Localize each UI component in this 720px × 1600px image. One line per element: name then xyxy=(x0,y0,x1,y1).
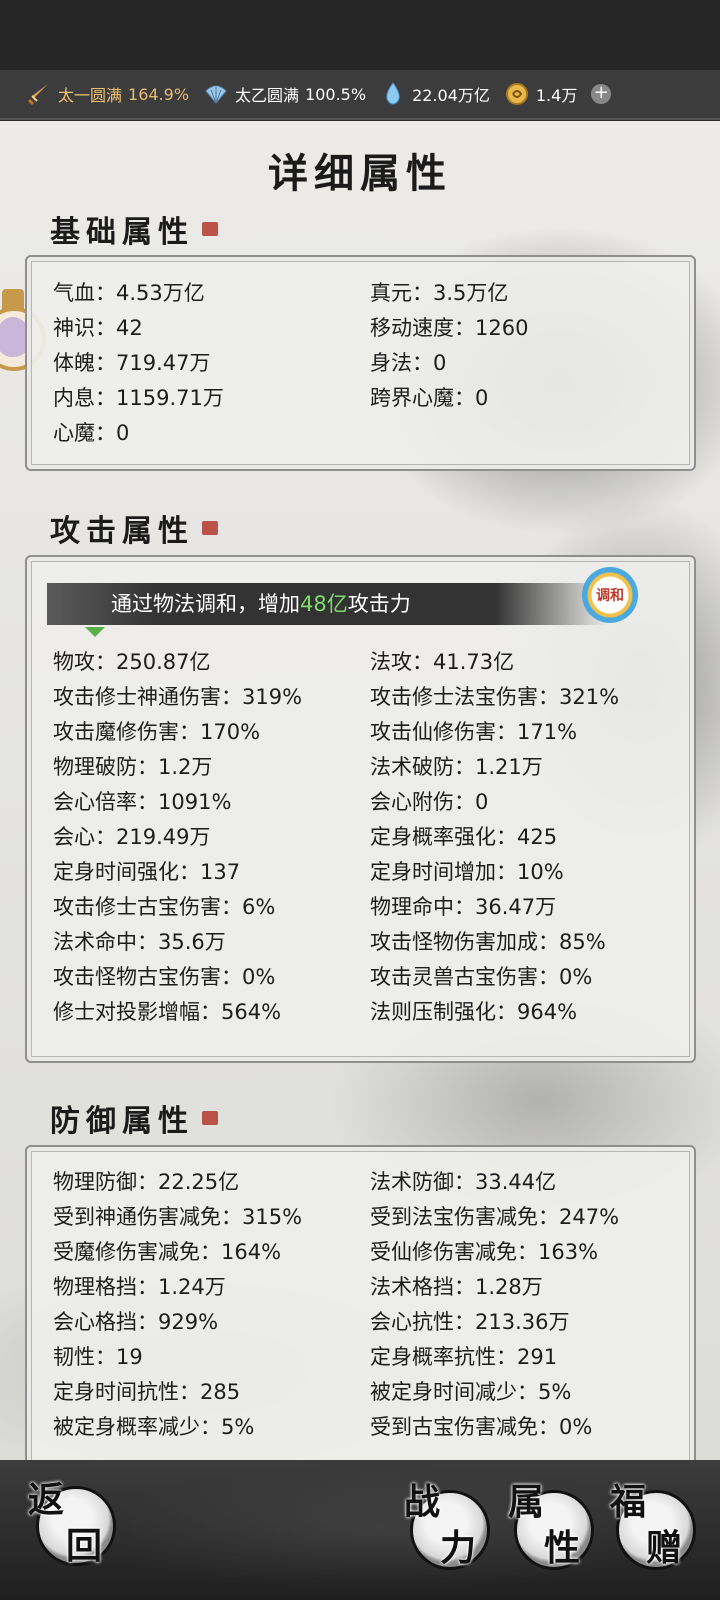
seal-icon xyxy=(202,1111,218,1125)
attr-item: 物理防御：22.25亿 xyxy=(53,1170,240,1194)
attr-item: 会心：219.49万 xyxy=(53,825,211,849)
attr-item: 修士对投影增幅：564% xyxy=(53,1000,282,1024)
attr-item: 会心附伤：0 xyxy=(370,790,489,814)
attr-item: 受到法宝伤害减免：247% xyxy=(370,1205,620,1229)
attr-item: 法术防御：33.44亿 xyxy=(370,1170,557,1194)
attr-item: 攻击修士古宝伤害：6% xyxy=(53,895,276,919)
combat-power-button[interactable]: 战 力 xyxy=(404,1478,494,1578)
add-resource-button[interactable]: + xyxy=(591,84,612,104)
attr-item: 会心倍率：1091% xyxy=(53,790,232,814)
top-pattern-band xyxy=(0,0,720,70)
attr-item: 攻击仙修伤害：171% xyxy=(370,720,578,744)
attr-item: 体魄：719.47万 xyxy=(53,351,211,375)
attr-item: 法攻：41.73亿 xyxy=(370,650,515,674)
seal-icon xyxy=(202,521,218,535)
resource-value: 164.9% xyxy=(128,84,190,104)
resource-name: 太一圆满 xyxy=(58,86,123,105)
resource-taiyi[interactable]: 太一圆满 164.9% xyxy=(26,81,189,107)
attr-item: 被定身时间减少：5% xyxy=(370,1380,572,1404)
attributes-button[interactable]: 属 性 xyxy=(508,1478,598,1578)
resource-coin[interactable]: 1.4万 xyxy=(504,81,577,107)
attr-item: 物理命中：36.47万 xyxy=(370,895,557,919)
basic-attributes-grid: 气血：4.53万亿 真元：3.5万亿 神识：42 移动速度：1260 体魄：71… xyxy=(53,276,684,451)
resource-spirit[interactable]: 22.04万亿 xyxy=(380,81,490,107)
basic-section-title: 基础属性 xyxy=(50,207,218,251)
harmonize-button[interactable]: 调和 xyxy=(582,567,638,623)
seal-icon xyxy=(202,222,218,236)
harmonize-banner: 通过物法调和，增加48亿攻击力 xyxy=(47,583,607,625)
attr-item: 受到古宝伤害减免：0% xyxy=(370,1415,593,1439)
resource-value: 22.04万亿 xyxy=(412,86,490,105)
resource-bar: 太一圆满 164.9% 太乙圆满 100.5% 22.04万亿 1.4万 + xyxy=(0,70,720,120)
resource-value: 100.5% xyxy=(305,84,367,104)
attr-item: 法术命中：35.6万 xyxy=(53,930,226,954)
attr-item: 会心格挡：929% xyxy=(53,1310,219,1334)
attr-item: 受仙修伤害减免：163% xyxy=(370,1240,599,1264)
attr-item: 攻击修士法宝伤害：321% xyxy=(370,685,620,709)
attr-item: 攻击灵兽古宝伤害：0% xyxy=(370,965,593,989)
attr-item: 受魔修伤害减免：164% xyxy=(53,1240,282,1264)
gift-button[interactable]: 福 赠 xyxy=(610,1478,700,1578)
attack-section-title: 攻击属性 xyxy=(50,506,218,550)
resource-value: 1.4万 xyxy=(535,86,578,105)
attr-item: 会心抗性：213.36万 xyxy=(370,1310,570,1334)
attr-item: 真元：3.5万亿 xyxy=(370,281,509,305)
attr-item: 定身时间增加：10% xyxy=(370,860,564,884)
bottom-nav-bar: 返 回 战 力 属 性 福 赠 xyxy=(0,1460,720,1600)
attack-attributes-box: 通过物法调和，增加48亿攻击力 调和 物攻：250.87亿 法攻：41.73亿 … xyxy=(25,555,696,1063)
banner-arrow-icon xyxy=(85,627,105,637)
resource-name: 太乙圆满 xyxy=(235,86,300,105)
attr-item: 物理格挡：1.24万 xyxy=(53,1275,226,1299)
attr-item xyxy=(370,416,684,451)
attr-item: 内息：1159.71万 xyxy=(53,386,224,410)
attr-item: 受到神通伤害减免：315% xyxy=(53,1205,303,1229)
attr-item: 攻击怪物伤害加成：85% xyxy=(370,930,606,954)
attr-item: 攻击魔修伤害：170% xyxy=(53,720,261,744)
droplet-icon xyxy=(380,81,406,107)
attr-item: 法术破防：1.21万 xyxy=(370,755,543,779)
basic-attributes-box: 气血：4.53万亿 真元：3.5万亿 神识：42 移动速度：1260 体魄：71… xyxy=(25,255,696,471)
coin-icon xyxy=(504,81,530,107)
attr-item: 物理破防：1.2万 xyxy=(53,755,213,779)
attr-item: 物攻：250.87亿 xyxy=(53,650,211,674)
attr-item: 跨界心魔：0 xyxy=(370,386,489,410)
page-title: 详细属性 xyxy=(268,150,452,197)
attr-item: 韧性：19 xyxy=(53,1345,143,1369)
attr-item: 身法：0 xyxy=(370,351,447,375)
attr-item: 攻击修士神通伤害：319% xyxy=(53,685,303,709)
attr-item: 神识：42 xyxy=(53,316,143,340)
fan-icon xyxy=(203,81,229,107)
attr-item: 法则压制强化：964% xyxy=(370,1000,578,1024)
attr-item: 法术格挡：1.28万 xyxy=(370,1275,543,1299)
attr-item: 攻击怪物古宝伤害：0% xyxy=(53,965,276,989)
defense-attributes-box: 物理防御：22.25亿 法术防御：33.44亿 受到神通伤害减免：315% 受到… xyxy=(25,1145,696,1460)
attributes-panel: 详细属性 基础属性 气血：4.53万亿 真元：3.5万亿 神识：42 移动速度：… xyxy=(0,121,720,1460)
defense-section-title: 防御属性 xyxy=(50,1096,218,1140)
attr-item: 定身时间抗性：285 xyxy=(53,1380,241,1404)
attr-item: 定身时间强化：137 xyxy=(53,860,241,884)
sword-icon xyxy=(26,81,52,107)
attr-item: 移动速度：1260 xyxy=(370,316,529,340)
resource-taiyi2[interactable]: 太乙圆满 100.5% xyxy=(203,81,366,107)
attr-item: 气血：4.53万亿 xyxy=(53,281,205,305)
attr-item: 被定身概率减少：5% xyxy=(53,1415,255,1439)
attr-item: 定身概率抗性：291 xyxy=(370,1345,558,1369)
back-button[interactable]: 返 回 xyxy=(28,1482,118,1572)
attr-item: 心魔：0 xyxy=(53,421,130,445)
attr-item: 定身概率强化：425 xyxy=(370,825,558,849)
defense-attributes-grid: 物理防御：22.25亿 法术防御：33.44亿 受到神通伤害减免：315% 受到… xyxy=(53,1165,684,1445)
attack-attributes-grid: 物攻：250.87亿 法攻：41.73亿 攻击修士神通伤害：319% 攻击修士法… xyxy=(53,645,684,1030)
